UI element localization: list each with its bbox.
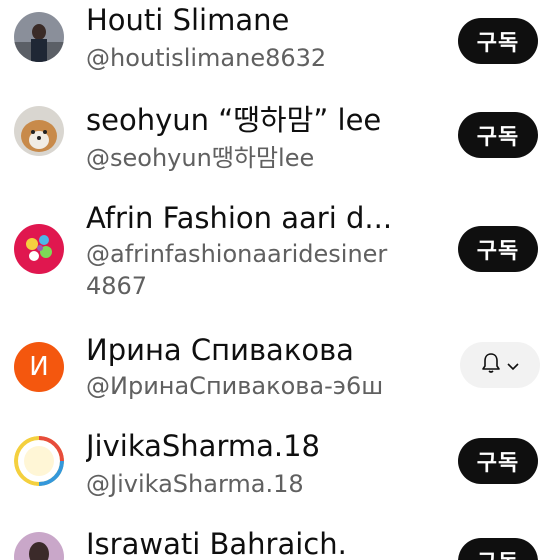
avatar[interactable] <box>14 436 64 486</box>
chevron-down-icon <box>507 356 519 375</box>
list-item[interactable]: JivikaSharma.18 @JivikaSharma.18 구독 <box>0 426 560 516</box>
channel-name: Afrin Fashion aari d... <box>86 201 393 235</box>
channel-name: JivikaSharma.18 <box>86 429 320 463</box>
channel-handle-continued: 4867 <box>86 272 148 300</box>
channel-handle: @houtislimane8632 <box>86 44 327 72</box>
channel-name: Houti Slimane <box>86 3 290 37</box>
subscribe-button[interactable]: 구독 <box>458 226 538 272</box>
subscribe-button[interactable]: 구독 <box>458 538 538 560</box>
channel-name: Ирина Спивакова <box>86 333 354 367</box>
list-item[interactable]: seohyun “땡하맘” lee @seohyun땡하맘lee 구독 <box>0 96 560 186</box>
notification-settings-button[interactable] <box>460 342 540 388</box>
list-item[interactable]: И Ирина Спивакова @ИринаСпивакова-э6ш <box>0 330 560 420</box>
channel-name: seohyun “땡하맘” lee <box>86 103 382 137</box>
avatar[interactable] <box>14 12 64 62</box>
avatar[interactable] <box>14 532 64 560</box>
list-item[interactable]: Afrin Fashion aari d... @afrinfashionaar… <box>0 196 560 316</box>
channel-handle: @afrinfashionaaridesiner <box>86 240 388 268</box>
subscribe-button[interactable]: 구독 <box>458 112 538 158</box>
channel-name: Israwati Bahraich. <box>86 527 347 560</box>
subscribe-button[interactable]: 구독 <box>458 18 538 64</box>
channel-handle: @ИринаСпивакова-э6ш <box>86 372 384 400</box>
list-item[interactable]: Israwati Bahraich. 구독 <box>0 522 560 560</box>
channel-handle: @seohyun땡하맘lee <box>86 144 315 172</box>
subscription-list: Houti Slimane @houtislimane8632 구독 seohy… <box>0 0 560 560</box>
subscribe-button[interactable]: 구독 <box>458 438 538 484</box>
bell-icon <box>481 352 501 378</box>
channel-handle: @JivikaSharma.18 <box>86 470 304 498</box>
avatar[interactable] <box>14 224 64 274</box>
avatar[interactable]: И <box>14 342 64 392</box>
list-item[interactable]: Houti Slimane @houtislimane8632 구독 <box>0 0 560 90</box>
avatar[interactable] <box>14 106 64 156</box>
